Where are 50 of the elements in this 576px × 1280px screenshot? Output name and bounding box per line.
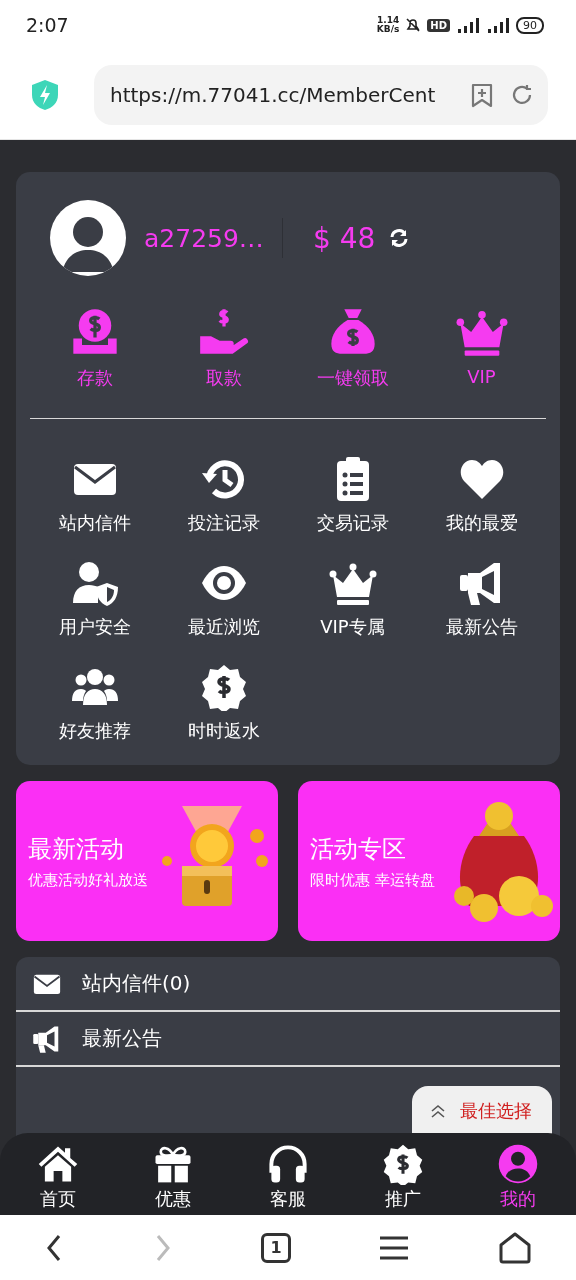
reload-icon[interactable] (510, 82, 534, 107)
battery-level: 90 (516, 16, 544, 34)
nav-tab[interactable]: 我的 (460, 1143, 576, 1215)
bookmark-add-icon[interactable] (470, 81, 494, 108)
double-chevron-up-icon (430, 1103, 446, 1119)
promo-title: 最新活动 (28, 833, 125, 865)
menu-label[interactable]: 最近浏览 (187, 615, 260, 639)
menu-label[interactable]: 时时返水 (187, 719, 260, 743)
promo-subtitle: 优惠活动好礼放送 (28, 870, 149, 890)
menu-label[interactable]: 最新公告 (445, 615, 518, 639)
tab-count-button[interactable]: 1 (260, 1232, 291, 1263)
clock-time: 2:07 (26, 14, 69, 36)
hd-indicator: HD (427, 18, 450, 32)
dollar-badge-icon (382, 1143, 425, 1185)
username: a27259… (144, 223, 264, 253)
list-item[interactable]: 站内信件(0) (82, 970, 191, 997)
network-speed: 1.14 (376, 16, 400, 25)
signal-icon (486, 17, 510, 33)
network-speed-unit: KB/s (376, 25, 400, 34)
best-choice-button[interactable]: 最佳选择 (412, 1086, 552, 1136)
nav-tab[interactable]: 首页 (0, 1143, 116, 1215)
balance-amount: $ 48 (313, 221, 376, 255)
menu-label[interactable]: 交易记录 (316, 511, 389, 535)
action-label[interactable]: 存款 (76, 366, 113, 390)
menu-label[interactable]: 用户安全 (58, 615, 131, 639)
action-label[interactable]: VIP (467, 366, 496, 387)
home-outline-icon[interactable] (497, 1231, 532, 1264)
user-shield-icon (70, 559, 119, 607)
action-label[interactable]: 一键领取 (316, 366, 389, 390)
nav-tab[interactable]: 推广 (345, 1143, 461, 1215)
menu-label[interactable]: 好友推荐 (58, 719, 131, 743)
url-text: https://m.77041.cc/MemberCent (110, 82, 437, 107)
menu-label[interactable]: VIP专属 (320, 615, 385, 639)
list-item[interactable]: 最新公告 (82, 1025, 162, 1052)
nav-tab[interactable]: 优惠 (115, 1143, 231, 1215)
signal-icon (456, 17, 480, 33)
nav-tab[interactable]: 客服 (230, 1143, 346, 1215)
promo-subtitle: 限时优惠 幸运转盘 (310, 870, 436, 890)
dollar-badge-icon (199, 663, 248, 711)
menu-icon[interactable] (379, 1234, 410, 1261)
bell-muted-icon (405, 17, 422, 33)
menu-label[interactable]: 站内信件 (58, 511, 131, 535)
promo-title: 活动专区 (310, 833, 407, 865)
user-circle-icon (497, 1143, 540, 1185)
menu-label[interactable]: 投注记录 (187, 511, 260, 535)
address-bar[interactable]: https://m.77041.cc/MemberCent (94, 64, 548, 125)
menu-label[interactable]: 我的最爱 (445, 511, 518, 535)
headphones-icon (267, 1143, 309, 1185)
refresh-icon[interactable] (389, 228, 410, 248)
action-label[interactable]: 取款 (205, 366, 242, 390)
